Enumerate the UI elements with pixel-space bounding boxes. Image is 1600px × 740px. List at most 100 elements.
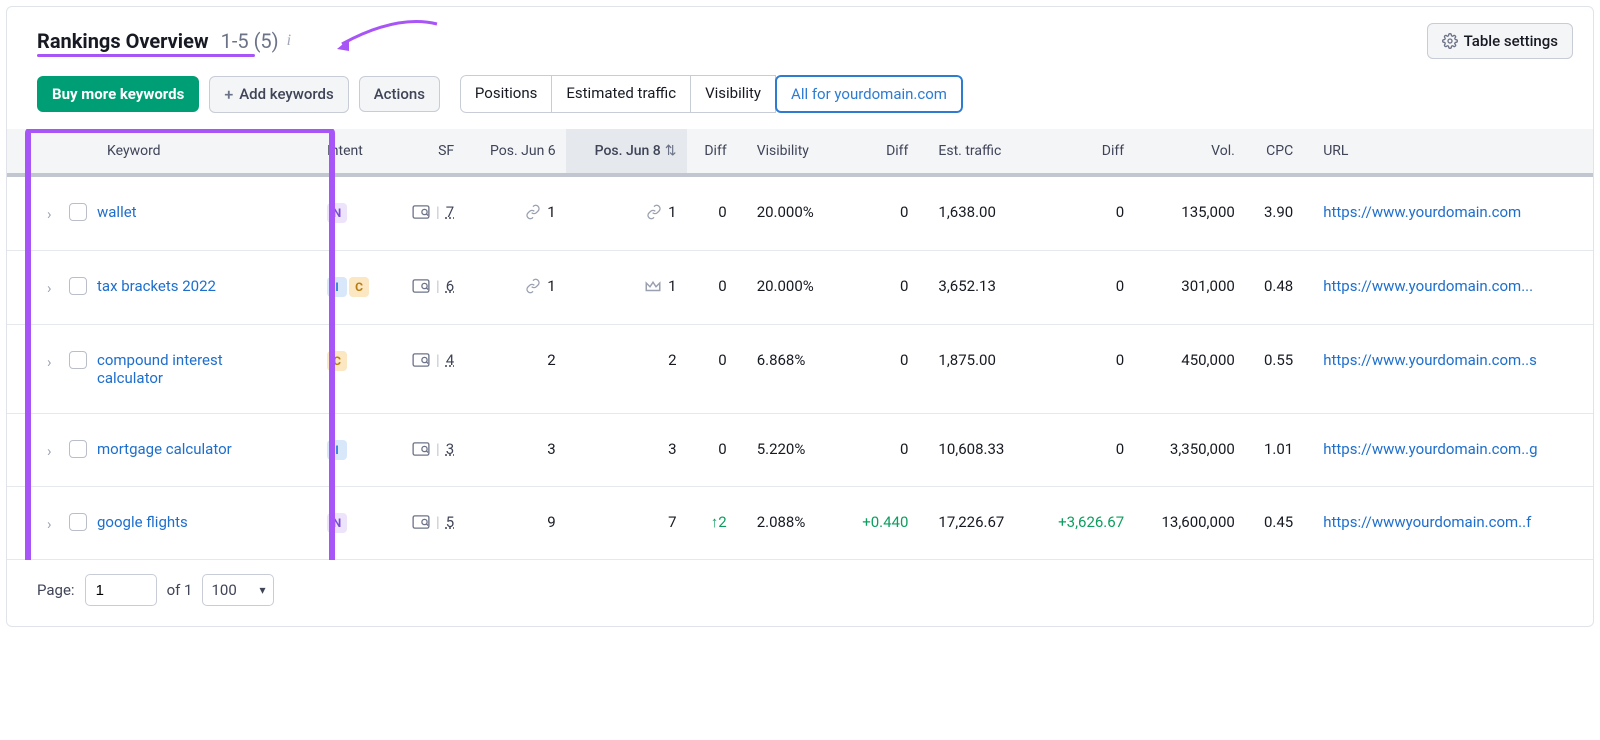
actions-button[interactable]: Actions <box>359 76 440 112</box>
col-diff2[interactable]: Diff <box>840 129 918 175</box>
traffic-value: 1,638.00 <box>938 203 996 221</box>
expand-icon[interactable]: › <box>47 442 59 460</box>
col-intent[interactable]: Intent <box>317 129 391 175</box>
diff-visibility: 0 <box>900 351 908 369</box>
page-of-label: of 1 <box>167 581 193 599</box>
keyword-link[interactable]: mortgage calculator <box>97 440 232 458</box>
col-visibility[interactable]: Visibility <box>737 129 840 175</box>
tab-all-for-yourdomain-com[interactable]: All for yourdomain.com <box>775 75 963 113</box>
page-title: Rankings Overview <box>37 29 209 53</box>
expand-icon[interactable]: › <box>47 353 59 371</box>
link-icon <box>525 278 541 294</box>
diff-pos: ↑2 <box>711 513 727 531</box>
plus-icon: + <box>224 85 233 104</box>
col-pos2[interactable]: Pos. Jun 8⇅ <box>566 129 687 175</box>
diff-traffic: +3,626.67 <box>1058 513 1124 531</box>
cpc-value: 1.01 <box>1264 440 1293 458</box>
col-cpc[interactable]: CPC <box>1245 129 1303 175</box>
col-traffic[interactable]: Est. traffic <box>918 129 1032 175</box>
pos-jun6: 2 <box>547 351 555 369</box>
col-sf[interactable]: SF <box>391 129 465 175</box>
serp-features-icon <box>412 515 430 529</box>
url-link[interactable]: https://www.yourdomain.com..g <box>1323 440 1537 458</box>
col-url[interactable]: URL <box>1303 129 1593 175</box>
expand-icon[interactable]: › <box>47 205 59 223</box>
table-row: ›tax brackets 2022IC|611020.000%03,652.1… <box>7 251 1593 325</box>
keyword-link[interactable]: compound interest calculator <box>97 351 277 387</box>
diff-pos: 0 <box>718 351 726 369</box>
pos-jun6: 1 <box>547 277 555 295</box>
row-checkbox[interactable] <box>69 440 87 458</box>
table-row: ›walletN|711020.000%01,638.000135,0003.9… <box>7 175 1593 251</box>
table-settings-button[interactable]: Table settings <box>1427 23 1573 59</box>
diff-pos: 0 <box>718 277 726 295</box>
sf-count[interactable]: 3 <box>446 440 454 458</box>
intent-badge-i[interactable]: I <box>327 277 347 297</box>
page-input[interactable] <box>85 574 157 606</box>
expand-icon[interactable]: › <box>47 279 59 297</box>
col-diff1[interactable]: Diff <box>687 129 737 175</box>
serp-features-icon <box>412 279 430 293</box>
tab-positions[interactable]: Positions <box>460 75 552 113</box>
visibility-value: 6.868% <box>757 351 806 369</box>
pos-jun8: 3 <box>668 440 676 458</box>
annotation-arrow <box>327 19 447 63</box>
link-icon <box>646 204 662 220</box>
row-checkbox[interactable] <box>69 513 87 531</box>
url-link[interactable]: https://www.yourdomain.com... <box>1323 277 1533 295</box>
row-checkbox[interactable] <box>69 277 87 295</box>
keyword-link[interactable]: tax brackets 2022 <box>97 277 216 295</box>
chevron-down-icon: ▾ <box>259 583 265 597</box>
table-settings-label: Table settings <box>1464 32 1558 50</box>
annotation-underline <box>37 54 255 57</box>
url-link[interactable]: https://wwwyourdomain.com..f <box>1323 513 1531 531</box>
sort-icon: ⇅ <box>665 143 677 159</box>
intent-badge-n[interactable]: N <box>327 203 347 223</box>
diff-traffic: 0 <box>1116 440 1124 458</box>
col-diff3[interactable]: Diff <box>1032 129 1134 175</box>
tab-estimated-traffic[interactable]: Estimated traffic <box>551 75 691 113</box>
intent-badge-c[interactable]: C <box>349 277 369 297</box>
buy-keywords-button[interactable]: Buy more keywords <box>37 76 199 112</box>
diff-visibility: +0.440 <box>862 513 908 531</box>
row-checkbox[interactable] <box>69 351 87 369</box>
traffic-value: 1,875.00 <box>938 351 996 369</box>
table-row: ›mortgage calculatorI|33305.220%010,608.… <box>7 414 1593 487</box>
volume-value: 3,350,000 <box>1170 440 1235 458</box>
diff-pos: 0 <box>718 203 726 221</box>
intent-badge-c[interactable]: C <box>327 351 347 371</box>
url-link[interactable]: https://www.yourdomain.com..s <box>1323 351 1537 369</box>
visibility-value: 20.000% <box>757 203 814 221</box>
col-keyword[interactable]: Keyword <box>7 129 317 175</box>
diff-pos: 0 <box>718 440 726 458</box>
intent-badge-i[interactable]: I <box>327 440 347 460</box>
tab-visibility[interactable]: Visibility <box>690 75 776 113</box>
sf-count[interactable]: 5 <box>446 513 454 531</box>
diff-visibility: 0 <box>900 440 908 458</box>
keyword-link[interactable]: google flights <box>97 513 188 531</box>
pos-jun8: 1 <box>668 277 676 295</box>
visibility-value: 2.088% <box>757 513 806 531</box>
sf-count[interactable]: 6 <box>446 277 454 295</box>
row-checkbox[interactable] <box>69 203 87 221</box>
col-pos1[interactable]: Pos. Jun 6 <box>464 129 566 175</box>
add-keywords-button[interactable]: +Add keywords <box>209 76 348 113</box>
expand-icon[interactable]: › <box>47 515 59 533</box>
intent-badge-n[interactable]: N <box>327 513 347 533</box>
sf-count[interactable]: 7 <box>446 203 454 221</box>
url-link[interactable]: https://www.yourdomain.com <box>1323 203 1521 221</box>
keyword-link[interactable]: wallet <box>97 203 137 221</box>
info-icon[interactable]: i <box>287 32 291 50</box>
cpc-value: 0.55 <box>1264 351 1293 369</box>
per-page-select[interactable]: 100 ▾ <box>202 574 274 606</box>
cpc-value: 3.90 <box>1264 203 1293 221</box>
diff-visibility: 0 <box>900 203 908 221</box>
cpc-value: 0.48 <box>1264 277 1293 295</box>
table-row: ›compound interest calculatorC|42206.868… <box>7 325 1593 414</box>
traffic-value: 17,226.67 <box>938 513 1004 531</box>
serp-features-icon <box>412 442 430 456</box>
sf-count[interactable]: 4 <box>446 351 454 369</box>
col-vol[interactable]: Vol. <box>1134 129 1245 175</box>
link-icon <box>525 204 541 220</box>
cpc-value: 0.45 <box>1264 513 1293 531</box>
